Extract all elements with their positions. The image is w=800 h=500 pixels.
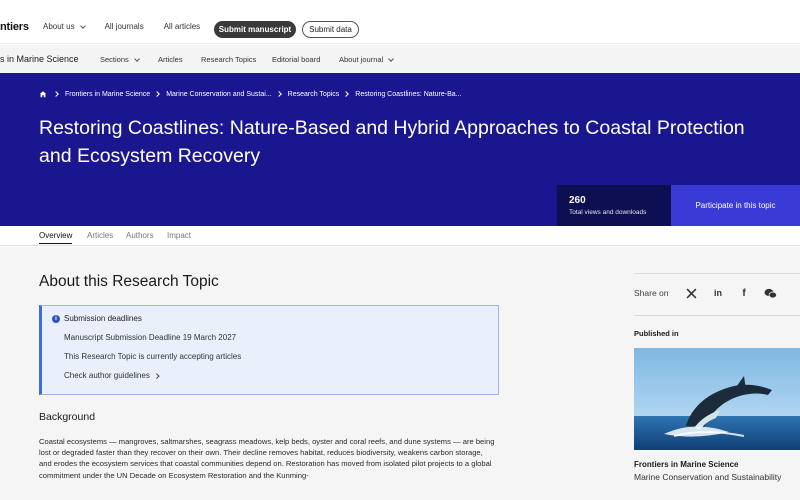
participate-button[interactable]: Participate in this topic: [671, 185, 800, 226]
chevron-down-icon: [79, 22, 86, 29]
tab-articles[interactable]: Articles: [87, 231, 113, 240]
breadcrumb-research-topics[interactable]: Research Topics: [288, 91, 340, 98]
author-guidelines-link[interactable]: Check author guidelines: [64, 371, 160, 380]
share-label: Share on: [634, 288, 669, 298]
sidebar-divider: [634, 315, 800, 316]
about-title: About this Research Topic: [39, 273, 219, 290]
topic-hero: Frontiers in Marine Science Marine Conse…: [0, 73, 800, 226]
journal-nav-about-journal-label: About journal: [339, 55, 384, 64]
journal-nav-editorial-board-label: Editorial board: [272, 55, 321, 64]
home-icon[interactable]: [39, 90, 47, 98]
page-title-line-1: Restoring Coastlines: Nature-Based and H…: [39, 117, 745, 139]
journal-nav-about-journal[interactable]: About journal: [339, 55, 395, 64]
published-in-label: Published in: [634, 329, 679, 338]
page-title: Restoring Coastlines: Nature-Based and H…: [39, 114, 800, 170]
sidebar-divider: [634, 273, 800, 274]
submission-deadlines-box: i Submission deadlines Manuscript Submis…: [39, 305, 499, 395]
published-journal-name[interactable]: Frontiers in Marine Science: [634, 460, 738, 469]
chevron-right-icon: [275, 91, 282, 97]
breadcrumb: Frontiers in Marine Science Marine Conse…: [39, 90, 462, 98]
chevron-down-icon: [133, 55, 140, 62]
nav-all-journals[interactable]: All journals: [105, 22, 144, 31]
facebook-icon[interactable]: f: [737, 286, 751, 300]
journal-nav-research-topics[interactable]: Research Topics: [201, 55, 256, 64]
views-stats: 260 Total views and downloads: [557, 185, 671, 226]
journal-name[interactable]: s in Marine Science: [0, 54, 79, 64]
views-count: 260: [569, 195, 586, 206]
journal-cover-image[interactable]: [634, 348, 800, 450]
breadcrumb-current: Restoring Coastlines: Nature-Ba...: [355, 90, 462, 98]
submit-manuscript-button[interactable]: Submit manuscript: [214, 21, 296, 38]
linkedin-icon[interactable]: in: [711, 286, 725, 300]
background-text: Coastal ecosystems — mangroves, saltmars…: [39, 437, 495, 480]
info-icon: i: [52, 315, 60, 323]
chevron-down-icon: [388, 55, 395, 62]
wechat-icon[interactable]: [763, 286, 777, 300]
accepting-status: This Research Topic is currently accepti…: [64, 352, 242, 361]
author-guidelines-label: Check author guidelines: [64, 371, 150, 380]
breadcrumb-journal[interactable]: Frontiers in Marine Science: [65, 91, 150, 98]
x-icon[interactable]: [684, 286, 698, 300]
background-heading: Background: [39, 411, 96, 423]
page-title-line-2: and Ecosystem Recovery: [39, 145, 261, 167]
submit-data-button[interactable]: Submit data: [302, 21, 359, 38]
chevron-right-icon: [343, 91, 350, 97]
journal-nav-sections-label: Sections: [100, 55, 129, 64]
journal-nav-articles-label: Articles: [158, 55, 183, 64]
nav-about-us-label: About us: [43, 22, 75, 31]
views-label: Total views and downloads: [569, 209, 647, 216]
journal-nav-research-topics-label: Research Topics: [201, 55, 257, 64]
journal-nav-sections[interactable]: Sections: [100, 55, 140, 64]
manuscript-deadline: Manuscript Submission Deadline 19 March …: [64, 333, 237, 342]
chevron-right-icon: [53, 91, 59, 97]
frontiers-logo[interactable]: ntiers: [0, 21, 29, 33]
tab-authors[interactable]: Authors: [126, 231, 154, 240]
tab-overview[interactable]: Overview: [39, 231, 73, 244]
journal-nav: s in Marine Science Sections Articles Re…: [0, 45, 800, 73]
deadlines-heading: Submission deadlines: [64, 314, 142, 323]
breadcrumb-section[interactable]: Marine Conservation and Sustai...: [166, 91, 271, 98]
chevron-right-icon: [154, 373, 160, 378]
nav-about-us[interactable]: About us: [43, 22, 86, 31]
journal-nav-articles[interactable]: Articles: [158, 55, 183, 64]
tab-impact[interactable]: Impact: [167, 231, 191, 240]
nav-all-articles-label: All articles: [163, 22, 201, 31]
topic-tabs: Overview Articles Authors Impact: [0, 226, 800, 246]
chevron-right-icon: [154, 91, 161, 97]
journal-nav-editorial-board[interactable]: Editorial board: [272, 55, 320, 64]
nav-all-journals-label: All journals: [104, 22, 144, 31]
top-nav: About us All journals All articles: [43, 22, 220, 31]
published-section-name[interactable]: Marine Conservation and Sustainability: [634, 472, 781, 482]
nav-all-articles[interactable]: All articles: [164, 22, 200, 31]
site-header: ntiers About us All journals All article…: [0, 0, 800, 44]
